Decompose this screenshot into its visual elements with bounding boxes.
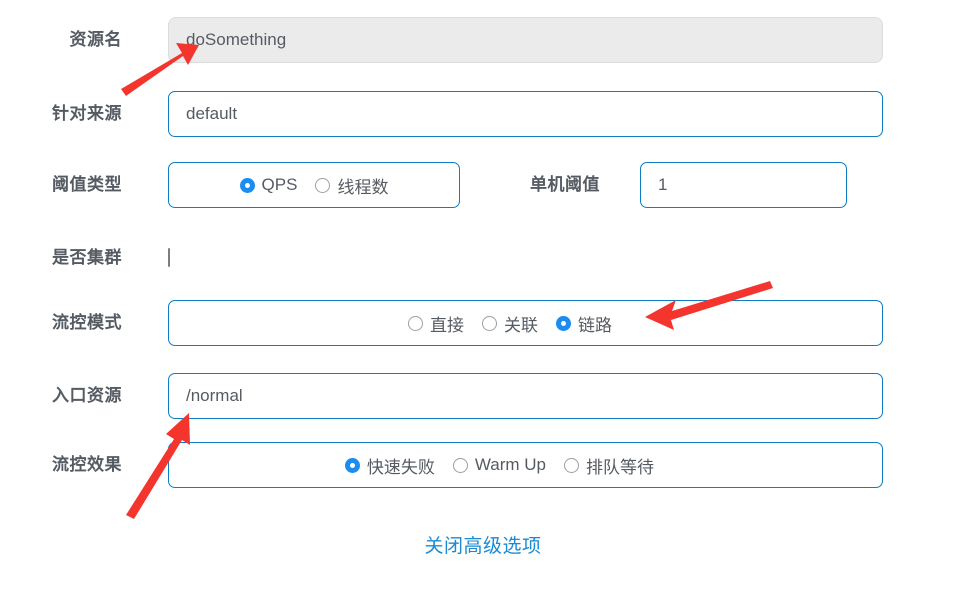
flow-effect-radio-group: 快速失败 Warm Up 排队等待	[168, 442, 883, 488]
radio-flow-effect-queue[interactable]: 排队等待	[564, 453, 654, 478]
radio-mark-icon	[556, 315, 571, 331]
radio-mark-icon	[564, 457, 579, 473]
form-row-threshold-type: 阈值类型 QPS 线程数 单机阈值 1	[0, 162, 966, 208]
radio-flow-mode-direct-label: 直接	[430, 315, 464, 335]
form-row-entry-resource: 入口资源 /normal	[0, 373, 966, 419]
radio-flow-mode-associated[interactable]: 关联	[482, 311, 538, 336]
field-wrap-single-machine-threshold: 1	[640, 162, 847, 208]
label-single-machine-threshold: 单机阈值	[530, 175, 600, 194]
radio-flow-mode-chain-label: 链路	[578, 315, 612, 335]
radio-flow-mode-direct[interactable]: 直接	[408, 311, 464, 336]
radio-mark-icon	[408, 315, 423, 331]
label-entry-resource: 入口资源	[52, 386, 122, 405]
label-flow-mode: 流控模式	[52, 313, 122, 332]
radio-mark-icon	[482, 315, 497, 331]
toggle-advanced-options-link[interactable]: 关闭高级选项	[0, 531, 966, 558]
radio-flow-effect-warm-up[interactable]: Warm Up	[452, 455, 546, 475]
radio-threshold-threads-label: 线程数	[337, 177, 389, 197]
radio-flow-mode-chain[interactable]: 链路	[556, 311, 612, 336]
radio-flow-effect-queue-label: 排队等待	[586, 457, 654, 477]
label-threshold-type: 阈值类型	[52, 175, 122, 194]
field-wrap-threshold-type: QPS 线程数	[168, 162, 460, 208]
field-wrap-flow-effect: 快速失败 Warm Up 排队等待	[168, 442, 883, 488]
resource-name-input[interactable]: doSomething	[168, 17, 883, 63]
radio-mark-icon	[315, 177, 331, 193]
field-wrap-resource-name: doSomething	[168, 17, 883, 63]
radio-mark-icon	[452, 457, 468, 473]
flow-rule-form: 资源名 doSomething 针对来源 default 阈值类型 QPS 线程…	[0, 0, 966, 589]
form-row-flow-mode: 流控模式 直接 关联 链路	[0, 300, 966, 346]
form-row-cluster-mode: 是否集群	[0, 235, 966, 281]
label-cluster-mode: 是否集群	[52, 248, 122, 267]
field-wrap-limit-origin: default	[168, 91, 883, 137]
radio-threshold-qps[interactable]: QPS	[239, 175, 298, 195]
field-wrap-entry-resource: /normal	[168, 373, 883, 419]
radio-flow-effect-warm-up-label: Warm Up	[474, 455, 546, 474]
single-machine-threshold-input[interactable]: 1	[640, 162, 847, 208]
form-row-resource-name: 资源名 doSomething	[0, 17, 966, 63]
radio-threshold-qps-label: QPS	[261, 175, 298, 194]
radio-flow-mode-associated-label: 关联	[504, 315, 538, 335]
form-row-limit-origin: 针对来源 default	[0, 91, 966, 137]
label-limit-origin: 针对来源	[52, 104, 122, 123]
label-resource-name: 资源名	[69, 30, 122, 49]
radio-threshold-threads[interactable]: 线程数	[315, 173, 388, 198]
radio-flow-effect-fail-fast-label: 快速失败	[366, 457, 435, 477]
limit-origin-input[interactable]: default	[168, 91, 883, 137]
entry-resource-input[interactable]: /normal	[168, 373, 883, 419]
flow-mode-radio-group: 直接 关联 链路	[168, 300, 883, 346]
threshold-type-radio-group: QPS 线程数	[168, 162, 460, 208]
field-wrap-cluster-mode	[168, 248, 170, 267]
label-flow-effect: 流控效果	[52, 455, 122, 474]
radio-flow-effect-fail-fast[interactable]: 快速失败	[344, 453, 435, 478]
radio-mark-icon	[239, 177, 255, 193]
form-row-flow-effect: 流控效果 快速失败 Warm Up 排队等待	[0, 442, 966, 488]
radio-mark-icon	[344, 457, 360, 473]
field-wrap-flow-mode: 直接 关联 链路	[168, 300, 883, 346]
cluster-mode-checkbox[interactable]	[168, 248, 170, 267]
